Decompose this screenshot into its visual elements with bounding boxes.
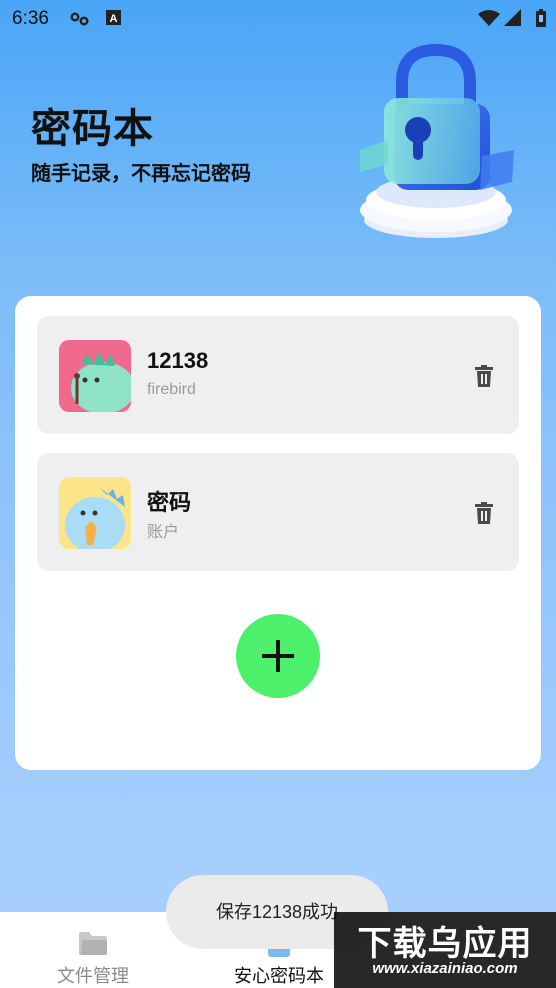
dinosaur-avatar-yellow [59, 477, 131, 549]
wifi-icon [478, 10, 500, 26]
watermark-url: www.xiazainiao.com [372, 960, 518, 977]
add-entry-button[interactable] [236, 614, 320, 698]
trash-icon[interactable] [472, 501, 496, 525]
entry-title: 12138 [147, 348, 209, 373]
password-list-card: 12138 firebird 密码 账户 [15, 296, 541, 770]
password-entry[interactable]: 密码 账户 [37, 453, 519, 571]
entry-subtitle: 账户 [147, 524, 180, 541]
watermark-text: 下载乌应用 [357, 924, 533, 964]
tab-label: 文件管理 [57, 966, 129, 987]
padlock-illustration [360, 43, 514, 238]
trash-icon[interactable] [472, 364, 496, 388]
folder-icon [79, 932, 107, 955]
battery-icon [536, 9, 546, 27]
plus-icon [262, 640, 294, 672]
page-subtitle: 随手记录，不再忘记密码 [31, 161, 251, 185]
watermark: 下载乌应用 www.xiazainiao.com [334, 912, 556, 988]
link-icon [70, 12, 89, 26]
tab-file-manager[interactable]: 文件管理 [0, 912, 186, 988]
page-title: 密码本 [31, 106, 154, 152]
dinosaur-avatar-pink [59, 340, 131, 412]
entry-title: 密码 [147, 490, 192, 515]
signal-icon [504, 9, 521, 26]
entry-subtitle: firebird [147, 381, 196, 398]
password-entry[interactable]: 12138 firebird [37, 316, 519, 434]
status-bar: 6:36 A [0, 0, 556, 38]
text-input-icon: A [106, 10, 121, 25]
svg-text:A: A [110, 13, 118, 25]
status-time: 6:36 [12, 8, 49, 29]
